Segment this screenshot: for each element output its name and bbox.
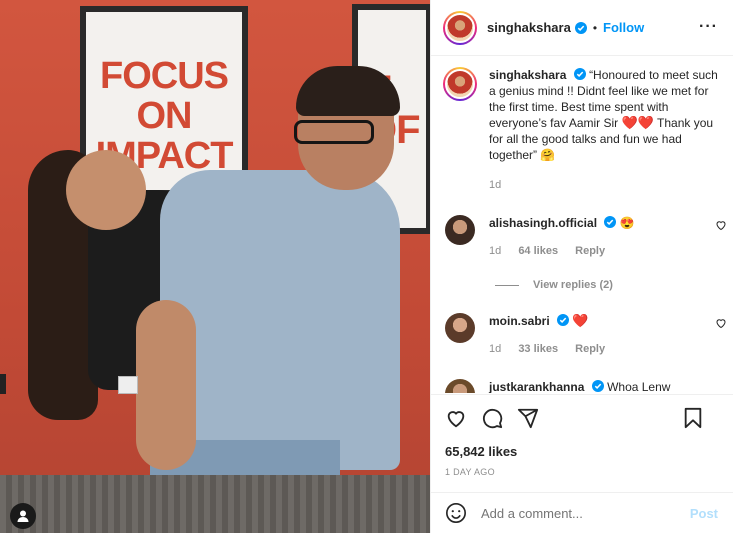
comment-username[interactable]: moin.sabri — [489, 314, 550, 328]
heart-emojis: ❤️❤️ — [621, 115, 654, 130]
emoji-icon[interactable] — [445, 502, 467, 524]
verified-badge-icon — [604, 216, 617, 228]
follow-button[interactable]: Follow — [603, 20, 644, 35]
verified-badge-icon — [574, 21, 587, 34]
heart-icon[interactable] — [715, 219, 727, 231]
reply-button[interactable]: Reply — [575, 343, 605, 355]
comments-list[interactable]: singhakshara “Honoured to meet such a ge… — [431, 57, 733, 393]
heart-icon[interactable] — [715, 317, 727, 329]
comment-input[interactable] — [481, 505, 671, 521]
caption: singhakshara “Honoured to meet such a ge… — [443, 67, 723, 193]
avatar[interactable] — [445, 313, 475, 343]
caption-username[interactable]: singhakshara — [489, 68, 566, 82]
comment-text: ❤️ — [572, 313, 589, 328]
comment-username[interactable]: alishasingh.official — [489, 216, 597, 230]
floor — [0, 475, 430, 533]
add-comment-bar: Post — [431, 492, 733, 533]
comment-icon[interactable] — [481, 407, 503, 429]
comment-item: justkarankhanna Whoa Lenw — [445, 379, 727, 393]
comment-likes[interactable]: 64 likes — [518, 245, 558, 257]
more-options-icon[interactable]: ··· — [699, 18, 718, 36]
post-header: singhakshara • Follow ··· — [431, 0, 733, 56]
share-icon[interactable] — [517, 407, 539, 429]
avatar[interactable] — [443, 67, 477, 101]
view-replies-button[interactable]: View replies (2) — [495, 279, 613, 291]
heart-icon[interactable] — [445, 407, 467, 429]
post-button[interactable]: Post — [690, 506, 718, 521]
user-tag-icon — [17, 510, 29, 522]
wall-switch — [118, 376, 138, 394]
comment-age: 1d — [489, 245, 502, 257]
comment-item: moin.sabri ❤️ 1d 33 likes Reply — [445, 313, 727, 355]
verified-badge-icon — [591, 380, 604, 392]
bookmark-icon[interactable] — [682, 407, 704, 429]
avatar[interactable] — [445, 215, 475, 245]
post-photo[interactable]: FOCUS ON IMPACT E OF — [0, 0, 430, 533]
verified-badge-icon — [557, 314, 570, 326]
comment-username[interactable]: justkarankhanna — [489, 380, 584, 393]
left-edge-mark — [0, 374, 6, 394]
header-username[interactable]: singhakshara — [487, 20, 571, 35]
comment-age: 1d — [489, 343, 502, 355]
reply-button[interactable]: Reply — [575, 245, 605, 257]
caption-age: 1d — [489, 179, 502, 191]
woman-face — [66, 150, 146, 230]
post-actions — [431, 394, 733, 440]
glasses — [294, 120, 374, 144]
replies-line — [495, 284, 519, 286]
separator-dot: • — [592, 20, 598, 35]
comment-text: Whoa Lenw — [607, 380, 671, 393]
post-time-ago: 1 DAY AGO — [445, 467, 495, 477]
likes-count[interactable]: 65,842 likes — [445, 444, 517, 459]
hug-emoji: 🤗 — [540, 148, 556, 162]
user-tag-button[interactable] — [10, 503, 36, 529]
comment-text: 😍 — [619, 216, 635, 230]
avatar[interactable] — [443, 10, 477, 45]
verified-badge-icon — [573, 68, 586, 80]
view-replies-label: View replies (2) — [533, 279, 613, 291]
avatar[interactable] — [445, 379, 475, 393]
comment-item: alishasingh.official 😍 1d 64 likes Reply — [445, 215, 727, 257]
man-denim-jacket — [160, 170, 400, 470]
man-arm — [136, 300, 196, 470]
post-side-panel: singhakshara • Follow ··· singhakshara “… — [430, 0, 733, 533]
comment-likes[interactable]: 33 likes — [518, 343, 558, 355]
